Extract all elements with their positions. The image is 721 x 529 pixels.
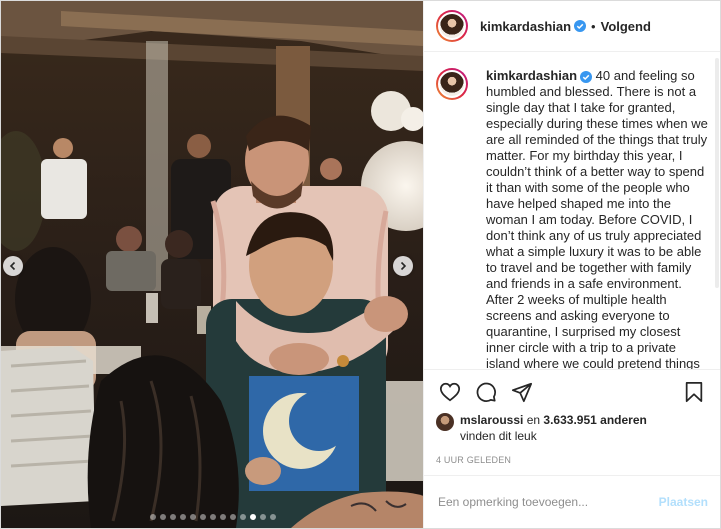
carousel-dot [199, 514, 206, 520]
carousel-dot [239, 514, 246, 520]
post-sidebar: kimkardashian • Volgend kimkardashian 40… [423, 1, 720, 528]
following-button[interactable]: Volgend [601, 19, 651, 34]
comment-button[interactable] [472, 378, 500, 406]
save-button[interactable] [680, 378, 708, 406]
post-dialog: kimkardashian • Volgend kimkardashian 40… [0, 0, 721, 529]
avatar-image [438, 12, 466, 40]
carousel-dot [219, 514, 226, 520]
caption-username[interactable]: kimkardashian [486, 68, 577, 83]
avatar-image [438, 70, 466, 98]
carousel-dot [169, 514, 176, 520]
carousel-dot [149, 514, 156, 520]
carousel-dot [159, 514, 166, 520]
verified-badge-icon [580, 70, 593, 83]
carousel-indicator [1, 514, 423, 520]
likes-others[interactable]: anderen [600, 413, 647, 427]
carousel-dot [209, 514, 216, 520]
carousel-dot [189, 514, 196, 520]
post-header: kimkardashian • Volgend [424, 1, 720, 52]
comments-area[interactable]: kimkardashian 40 and feeling so humbled … [424, 52, 720, 369]
likes-connector: en [526, 413, 541, 427]
like-button[interactable] [436, 378, 464, 406]
likes-line2: vinden dit leuk [460, 429, 537, 443]
caption: kimkardashian 40 and feeling so humbled … [486, 68, 708, 369]
post-photo[interactable] [1, 1, 423, 528]
heart-icon [439, 382, 461, 402]
post-timestamp[interactable]: 4 UUR GELEDEN [436, 455, 708, 465]
post-comment-button[interactable]: Plaatsen [659, 495, 708, 509]
chevron-right-icon [400, 261, 407, 271]
comments-scrollbar[interactable] [715, 58, 719, 288]
post-actions: mslaroussi en 3.633.951 anderen vinden d… [424, 369, 720, 475]
carousel-dot [259, 514, 266, 520]
verified-badge-icon [574, 20, 587, 32]
share-icon [511, 382, 533, 403]
add-comment-bar: Plaatsen [424, 475, 720, 528]
header-separator: • [591, 18, 596, 34]
header-username[interactable]: kimkardashian [480, 19, 571, 34]
comment-input[interactable] [436, 494, 659, 510]
avatar[interactable] [436, 10, 468, 42]
carousel-dot [179, 514, 186, 520]
bookmark-icon [685, 381, 703, 403]
carousel-dot [229, 514, 236, 520]
likes-summary: mslaroussi en 3.633.951 anderen vinden d… [436, 412, 708, 444]
carousel-dot [249, 514, 256, 520]
chevron-left-icon [9, 261, 16, 271]
likes-count[interactable]: 3.633.951 [543, 413, 596, 427]
carousel-dot [269, 514, 276, 520]
liker-username[interactable]: mslaroussi [460, 413, 523, 427]
carousel-prev-button[interactable] [3, 256, 23, 276]
caption-text: 40 and feeling so humbled and blessed. T… [486, 68, 708, 369]
photo-scene [1, 1, 423, 528]
comment-icon [476, 382, 496, 402]
liker-avatar[interactable] [436, 413, 454, 431]
share-button[interactable] [508, 378, 536, 406]
carousel-next-button[interactable] [393, 256, 413, 276]
caption-avatar[interactable] [436, 68, 468, 100]
